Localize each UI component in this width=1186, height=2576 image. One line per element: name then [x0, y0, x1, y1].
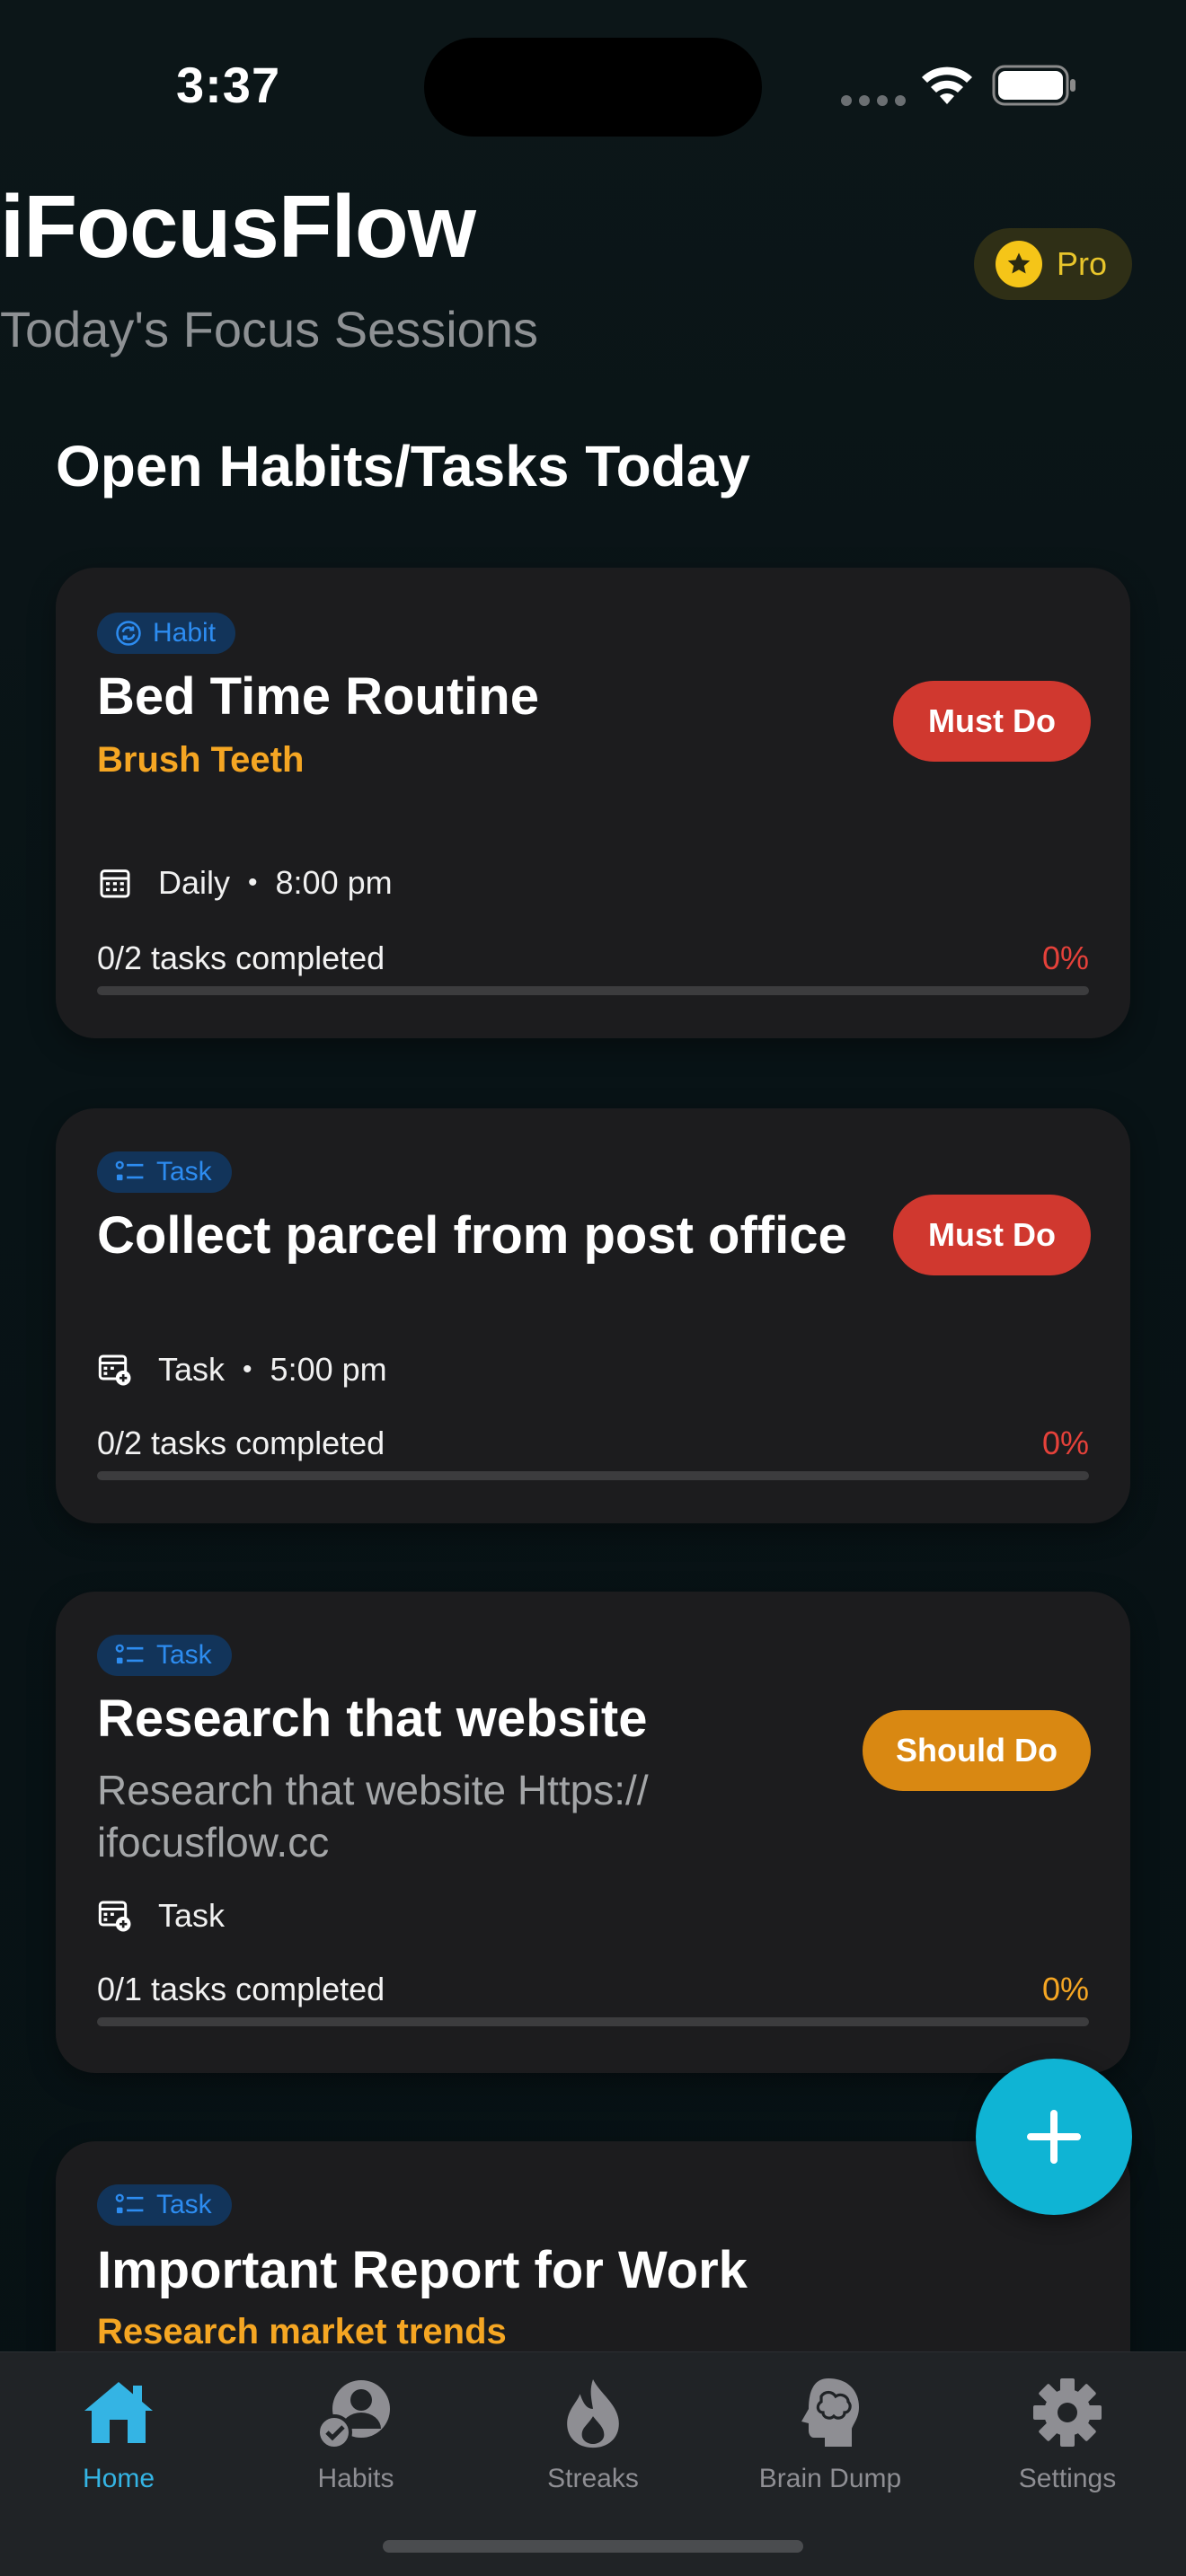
progress-percent: 0% — [1041, 940, 1089, 976]
schedule-time: 5:00 pm — [270, 1351, 387, 1388]
gear-icon — [1027, 2372, 1108, 2453]
card-subtitle: Brush Teeth — [97, 740, 305, 780]
tab-home[interactable]: Home — [0, 2372, 237, 2494]
tag-label: Task — [156, 1640, 212, 1670]
tab-habits[interactable]: Habits — [237, 2372, 474, 2494]
status-time: 3:37 — [176, 57, 281, 113]
progress-text: 0/1 tasks completed — [97, 1971, 385, 2007]
section-title: Open Habits/Tasks Today — [56, 434, 750, 498]
star-icon — [996, 241, 1042, 287]
add-button[interactable] — [976, 2059, 1132, 2215]
home-indicator — [383, 2540, 803, 2553]
tag-label: Task — [156, 2190, 212, 2219]
pro-label: Pro — [1057, 245, 1108, 282]
progress-bar — [97, 986, 1089, 995]
card-subtitle: Research market trends — [97, 2312, 507, 2351]
card-title: Bed Time Routine — [97, 667, 539, 726]
calendar-add-icon — [98, 1901, 131, 1932]
brain-head-icon — [790, 2372, 871, 2453]
progress-text: 0/2 tasks completed — [97, 1425, 385, 1461]
checklist-icon — [115, 1644, 144, 1664]
type-tag: Task — [97, 1151, 232, 1193]
repeat-icon — [116, 621, 141, 646]
tab-settings[interactable]: Settings — [949, 2372, 1186, 2494]
schedule-row: Task • 5:00 pm — [97, 1351, 387, 1389]
type-tag: Task — [97, 2184, 232, 2226]
battery-icon — [992, 65, 1075, 106]
progress-percent: 0% — [1041, 1425, 1089, 1461]
tag-label: Task — [156, 1157, 212, 1187]
schedule-row: Task — [97, 1897, 225, 1935]
card-title: Important Report for Work — [97, 2241, 748, 2299]
task-card[interactable]: Task Research that website Research that… — [56, 1592, 1130, 2073]
calendar-icon — [100, 869, 130, 898]
tab-label: Brain Dump — [758, 2464, 902, 2493]
progress-bar — [97, 1471, 1089, 1480]
tab-label: Habits — [317, 2464, 394, 2493]
tag-label: Habit — [153, 618, 217, 648]
wifi-icon — [922, 66, 972, 104]
habit-card[interactable]: Habit Bed Time Routine Brush Teeth Must … — [56, 568, 1130, 1038]
habits-person-check-icon — [315, 2372, 396, 2453]
dynamic-island — [424, 38, 762, 137]
type-tag: Task — [97, 1635, 232, 1676]
separator-dot: • — [243, 1354, 252, 1384]
schedule-type: Task — [158, 1351, 226, 1388]
app-subtitle: Today's Focus Sessions — [0, 301, 538, 357]
tab-brain-dump[interactable]: Brain Dump — [712, 2372, 949, 2494]
calendar-add-icon — [98, 1354, 131, 1386]
schedule-time: 8:00 pm — [275, 864, 393, 901]
separator-dot: • — [248, 868, 258, 897]
status-bar: 3:37 — [0, 0, 1186, 144]
progress-bar — [97, 2017, 1089, 2026]
pro-badge-button[interactable]: Pro — [974, 228, 1132, 300]
tab-label: Home — [82, 2464, 155, 2493]
tab-label: Streaks — [547, 2464, 639, 2493]
schedule-row: Daily • 8:00 pm — [97, 864, 393, 902]
priority-badge: Should Do — [863, 1710, 1091, 1791]
progress-text: 0/2 tasks completed — [97, 940, 385, 976]
checklist-icon — [115, 2193, 144, 2214]
schedule-type: Task — [158, 1897, 226, 1934]
checklist-icon — [115, 1160, 144, 1181]
progress-percent: 0% — [1041, 1971, 1089, 2007]
home-icon — [78, 2372, 159, 2453]
plus-icon — [1027, 2110, 1081, 2164]
card-title: Research that website — [97, 1689, 648, 1748]
priority-badge: Must Do — [893, 681, 1091, 762]
card-title: Collect parcel from post office — [97, 1206, 847, 1265]
schedule-type: Daily — [158, 864, 231, 901]
tab-label: Settings — [1018, 2464, 1117, 2493]
priority-badge: Must Do — [893, 1195, 1091, 1275]
task-card[interactable]: Task Collect parcel from post office Mus… — [56, 1108, 1130, 1523]
flame-icon — [553, 2372, 633, 2453]
tab-streaks[interactable]: Streaks — [474, 2372, 712, 2494]
card-description: Research that website Https:// ifocusflo… — [97, 1767, 649, 1866]
cellular-signal-icon — [841, 95, 906, 106]
type-tag: Habit — [97, 613, 236, 654]
app-title: iFocusFlow — [0, 177, 476, 276]
